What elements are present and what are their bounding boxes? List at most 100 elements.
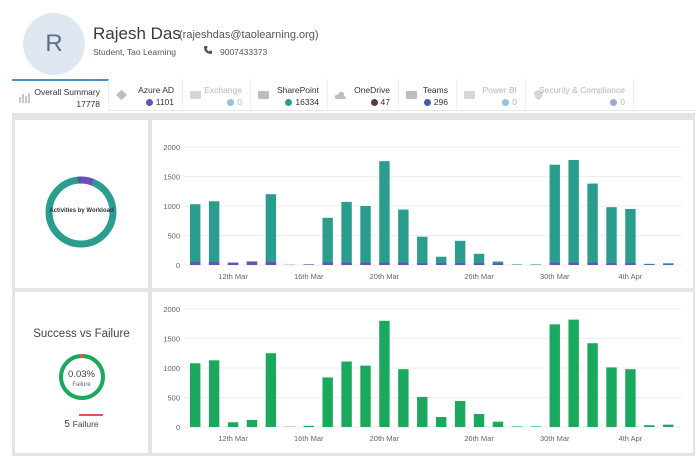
bar-secondary[interactable]	[303, 264, 314, 265]
profile-header: R Rajesh Das (rajeshdas@taolearning.org)…	[0, 0, 698, 78]
bar[interactable]	[454, 401, 466, 427]
tab-label: Azure AD	[138, 85, 174, 95]
bar-secondary[interactable]	[246, 261, 258, 265]
bar-secondary[interactable]	[265, 262, 277, 265]
workload-donut-chart	[45, 176, 117, 248]
bar-secondary[interactable]	[606, 263, 617, 265]
tab-count: 0	[237, 97, 242, 107]
bar[interactable]	[208, 360, 220, 427]
bar[interactable]	[436, 416, 447, 427]
bar-secondary[interactable]	[190, 262, 201, 265]
powerbi-icon	[464, 91, 475, 99]
x-tick-label: 12th Mar	[218, 434, 248, 443]
exchange-icon	[190, 91, 201, 99]
bar-secondary[interactable]	[454, 263, 466, 265]
tab-security-compliance[interactable]: Security & Compliance 0	[526, 79, 634, 111]
bar[interactable]	[587, 183, 598, 265]
bar[interactable]	[568, 319, 579, 427]
bar[interactable]	[530, 426, 542, 427]
y-tick-label: 1500	[163, 335, 180, 344]
donut-center-label: Activities by Workload	[49, 208, 114, 214]
bar-secondary[interactable]	[492, 263, 504, 265]
success-bar-chart: 2000 1500 1000 500 0 12th Mar 16th Mar 20th Mar…	[163, 305, 698, 443]
bar[interactable]	[625, 369, 636, 427]
tab-color-dot	[502, 98, 510, 106]
bar[interactable]	[341, 201, 352, 265]
bar-secondary[interactable]	[360, 262, 371, 265]
tab-label: OneDrive	[354, 85, 390, 95]
bar[interactable]	[587, 343, 598, 427]
bar-secondary[interactable]	[398, 262, 409, 265]
bar[interactable]	[322, 377, 333, 427]
workload-donut-panel: Activities by Workload	[15, 120, 148, 288]
bar-secondary[interactable]	[227, 262, 239, 265]
bar[interactable]	[511, 264, 523, 265]
bar-secondary[interactable]	[625, 263, 636, 265]
bar[interactable]	[606, 207, 617, 265]
bar[interactable]	[417, 236, 428, 265]
bar[interactable]	[190, 363, 201, 427]
bar-secondary[interactable]	[587, 262, 598, 265]
bar[interactable]	[663, 424, 674, 427]
bar[interactable]	[549, 324, 560, 427]
success-bar-panel: 2000 1500 1000 500 0 12th Mar 16th Mar 20th Mar…	[152, 292, 698, 453]
tab-count: 17778	[76, 99, 100, 109]
bar[interactable]	[454, 240, 466, 265]
tab-teams[interactable]: Teams 296	[399, 79, 457, 111]
tab-count: 16334	[295, 97, 319, 107]
bar[interactable]	[568, 159, 579, 265]
bar[interactable]	[341, 361, 352, 427]
tab-azure-ad[interactable]: Azure AD 1101	[109, 79, 183, 111]
bar[interactable]	[227, 422, 239, 427]
bar[interactable]	[473, 414, 485, 427]
bar[interactable]	[303, 425, 314, 427]
tab-color-dot	[370, 98, 378, 106]
bar-secondary[interactable]	[436, 263, 447, 265]
tab-overall-summary[interactable]: Overall Summary 17778	[12, 79, 109, 111]
bar[interactable]	[644, 425, 655, 427]
bar-secondary[interactable]	[568, 262, 579, 265]
bar[interactable]	[625, 208, 636, 265]
bar-secondary[interactable]	[417, 263, 428, 265]
tab-label: Overall Summary	[34, 87, 100, 97]
y-tick-label: 1500	[163, 173, 180, 182]
bar[interactable]	[379, 320, 390, 427]
y-tick-label: 0	[176, 423, 180, 432]
bar-secondary[interactable]	[644, 264, 655, 265]
tab-exchange[interactable]: Exchange 0	[183, 79, 251, 111]
tab-onedrive[interactable]: OneDrive 47	[328, 79, 399, 111]
bar-secondary[interactable]	[473, 263, 485, 265]
bar[interactable]	[492, 421, 504, 427]
bar-secondary[interactable]	[341, 262, 352, 265]
bar[interactable]	[360, 365, 371, 427]
bar-secondary[interactable]	[379, 262, 390, 265]
tab-sharepoint[interactable]: SharePoint 16334	[251, 79, 328, 111]
failure-percent: 0.03%	[68, 369, 95, 380]
bar[interactable]	[511, 426, 523, 427]
bar[interactable]	[322, 217, 333, 265]
bar[interactable]	[265, 353, 277, 427]
bar[interactable]	[417, 396, 428, 427]
bar[interactable]	[208, 201, 220, 265]
bar[interactable]	[265, 194, 277, 265]
bar[interactable]	[360, 206, 371, 265]
bar-secondary[interactable]	[208, 262, 220, 265]
bar-secondary[interactable]	[549, 262, 560, 265]
bar[interactable]	[398, 369, 409, 427]
bar[interactable]	[246, 419, 258, 427]
y-tick-label: 1000	[163, 202, 180, 211]
bar[interactable]	[606, 367, 617, 427]
bar-secondary[interactable]	[663, 264, 674, 265]
failure-count-underline	[79, 414, 103, 416]
bar-secondary[interactable]	[322, 262, 333, 265]
bar[interactable]	[549, 164, 560, 265]
tab-color-dot	[423, 98, 431, 106]
tab-power-bi[interactable]: Power BI 0	[457, 79, 526, 111]
bar[interactable]	[190, 204, 201, 265]
bar[interactable]	[530, 264, 542, 265]
y-tick-label: 500	[167, 394, 180, 403]
bar[interactable]	[379, 161, 390, 265]
bar[interactable]	[398, 209, 409, 265]
dashboard-content: Activities by Workload 2000 1500 1000 500 0 1…	[12, 113, 698, 456]
x-tick-label: 20th Mar	[370, 434, 400, 443]
